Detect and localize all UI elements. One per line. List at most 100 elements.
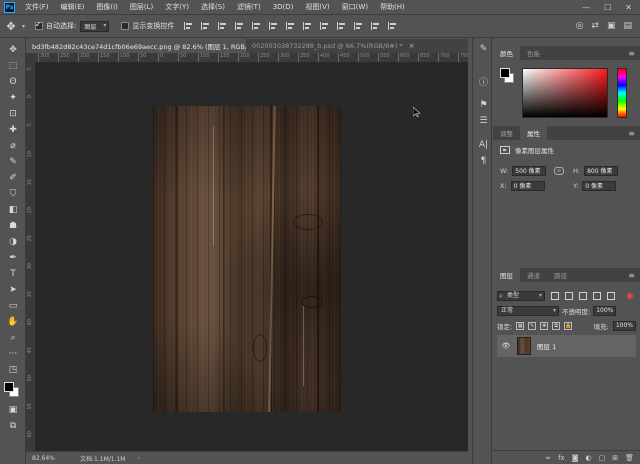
3d-roll-icon[interactable]: ⇄ — [591, 21, 599, 31]
tab-layers[interactable]: 图层 — [493, 268, 520, 282]
foreground-color-swatch[interactable] — [4, 382, 14, 392]
blur-tool-icon[interactable]: ◑ — [6, 236, 20, 248]
chevron-down-icon[interactable]: ▾ — [22, 23, 25, 30]
hand-tool-icon[interactable]: ⌕ — [6, 332, 20, 344]
screen-mode-icon[interactable]: ⧉ — [6, 420, 20, 432]
fill-field[interactable]: 100% — [612, 320, 636, 331]
panel-menu-icon[interactable]: ≡ — [628, 129, 635, 138]
link-layers-icon[interactable]: ∞ — [545, 454, 551, 462]
menu-layer[interactable]: 图层(L) — [124, 2, 159, 12]
foreground-color-swatch[interactable] — [500, 68, 510, 78]
path-selection-tool-icon[interactable]: ▭ — [6, 300, 20, 312]
layer-style-icon[interactable]: fx — [558, 454, 565, 462]
healing-brush-tool-icon[interactable]: ⌀ — [6, 140, 20, 152]
align-bottom-icon[interactable] — [269, 22, 278, 30]
align-top-icon[interactable] — [235, 22, 244, 30]
menu-filter[interactable]: 滤镜(T) — [231, 2, 267, 12]
menu-type[interactable]: 文字(Y) — [159, 2, 195, 12]
add-mask-icon[interactable]: ◙ — [572, 454, 579, 462]
tab-document-2[interactable]: 002003038732288_b.psd @ 66.7%(RGB/8#) * … — [246, 39, 468, 53]
filter-smart-object-icon[interactable] — [607, 291, 615, 300]
horizontal-ruler[interactable]: 300 250 200 150 100 50 0 50 100 150 200 250 300 350 40… — [36, 53, 468, 63]
align-right-icon[interactable] — [218, 22, 227, 30]
type-tool-icon[interactable]: ➤ — [6, 284, 20, 296]
brush-settings-icon[interactable]: ✎ — [478, 44, 489, 55]
delete-layer-icon[interactable]: 🗑 — [625, 454, 634, 462]
quick-mask-icon[interactable]: ▣ — [6, 404, 20, 416]
lock-all-icon[interactable]: 🔒 — [564, 321, 573, 330]
distribute-top-icon[interactable] — [286, 22, 295, 30]
distribute-vcenter-icon[interactable] — [303, 22, 312, 30]
eye-icon[interactable]: 👁 — [501, 342, 511, 350]
3d-orbit-icon[interactable]: ◎ — [576, 21, 584, 31]
move-tool-preset-icon[interactable]: ✥ — [0, 20, 22, 33]
lock-pixels-icon[interactable]: ✎ — [528, 321, 537, 330]
layer-row[interactable]: 👁 图层 1 — [497, 335, 636, 357]
menu-image[interactable]: 图像(I) — [90, 2, 124, 12]
tab-properties[interactable]: 属性 — [520, 126, 547, 140]
transform-controls-checkbox[interactable] — [121, 22, 130, 30]
auto-select-checkbox[interactable] — [35, 20, 44, 30]
distribute-hcenter-icon[interactable] — [354, 22, 363, 30]
character-icon[interactable]: A| — [478, 140, 489, 151]
link-dimensions-icon[interactable]: ∞ — [554, 167, 564, 175]
lock-artboard-icon[interactable]: ⧉ — [552, 321, 561, 330]
rectangle-tool-icon[interactable]: ✋ — [6, 316, 20, 328]
tab-adjustments[interactable]: 调整 — [493, 126, 520, 140]
eyedropper-tool-icon[interactable]: ✚ — [6, 124, 20, 136]
panel-layout-icon[interactable]: ▤ — [623, 21, 632, 31]
maximize-button[interactable]: ☐ — [604, 3, 611, 12]
align-hcenter-icon[interactable] — [201, 22, 210, 30]
filter-toggle[interactable] — [627, 292, 633, 299]
history-icon[interactable]: ⚑ — [478, 100, 489, 111]
filter-type-icon[interactable] — [579, 291, 587, 300]
zoom-tool-icon[interactable]: ··· — [6, 348, 20, 360]
align-vcenter-icon[interactable] — [252, 22, 261, 30]
magic-wand-tool-icon[interactable]: ✦ — [6, 92, 20, 104]
width-field[interactable]: 500 像素 — [512, 166, 547, 176]
lock-position-icon[interactable]: ✥ — [540, 321, 549, 330]
minimize-button[interactable]: — — [582, 3, 590, 12]
status-menu-arrow-icon[interactable]: › — [137, 455, 139, 462]
menu-3d[interactable]: 3D(D) — [267, 3, 300, 11]
blend-mode-select[interactable]: 正常 — [497, 305, 559, 316]
distribute-left-icon[interactable] — [337, 22, 346, 30]
height-field[interactable]: 800 像素 — [584, 166, 619, 176]
y-field[interactable]: 0 像素 — [582, 181, 617, 191]
align-left-icon[interactable] — [184, 22, 193, 30]
lasso-tool-icon[interactable]: ʘ — [6, 76, 20, 88]
more-tools-icon[interactable]: ◳ — [6, 364, 20, 376]
panel-menu-icon[interactable]: ≡ — [628, 49, 635, 58]
layer-name[interactable]: 图层 1 — [537, 341, 556, 351]
tab-document-1[interactable]: bd3fb482d82c43ce74d1cfb06e69aecc.png @ 8… — [26, 39, 246, 53]
adjustment-layer-icon[interactable]: ◐ — [586, 454, 592, 462]
history-brush-tool-icon[interactable]: ⛉ — [6, 188, 20, 200]
eraser-tool-icon[interactable]: ◧ — [6, 204, 20, 216]
tab-paths[interactable]: 路径 — [547, 268, 574, 282]
menu-view[interactable]: 视图(V) — [299, 2, 335, 12]
panel-menu-icon[interactable]: ≡ — [628, 271, 635, 280]
crop-tool-icon[interactable]: ⊡ — [6, 108, 20, 120]
clone-stamp-tool-icon[interactable]: ✐ — [6, 172, 20, 184]
color-picker-field[interactable] — [522, 68, 608, 118]
brush-tool-icon[interactable]: ✎ — [6, 156, 20, 168]
auto-align-icon[interactable] — [388, 22, 397, 30]
menu-window[interactable]: 窗口(W) — [336, 2, 374, 12]
zoom-level[interactable]: 82.64% — [26, 455, 74, 462]
tab-channels[interactable]: 通道 — [520, 268, 547, 282]
vertical-ruler[interactable]: 5 0 5 10 15 20 25 30 35 40 45 50 55 60 — [26, 63, 36, 451]
lock-transparent-icon[interactable]: ▦ — [516, 321, 525, 330]
tab-swatches[interactable]: 色板 — [520, 46, 547, 60]
close-icon[interactable]: × — [409, 42, 415, 50]
filter-shape-icon[interactable] — [593, 291, 601, 300]
hue-slider[interactable] — [617, 68, 627, 118]
menu-file[interactable]: 文件(F) — [19, 2, 55, 12]
new-group-icon[interactable]: ▢ — [599, 454, 606, 462]
x-field[interactable]: 0 像素 — [510, 181, 545, 191]
menu-edit[interactable]: 编辑(E) — [55, 2, 91, 12]
menu-select[interactable]: 选择(S) — [195, 2, 231, 12]
pen-tool-icon[interactable]: T — [6, 268, 20, 280]
tab-color[interactable]: 颜色 — [493, 46, 520, 60]
close-window-button[interactable]: ✕ — [625, 3, 632, 12]
paragraph-icon[interactable]: ¶ — [478, 156, 489, 167]
